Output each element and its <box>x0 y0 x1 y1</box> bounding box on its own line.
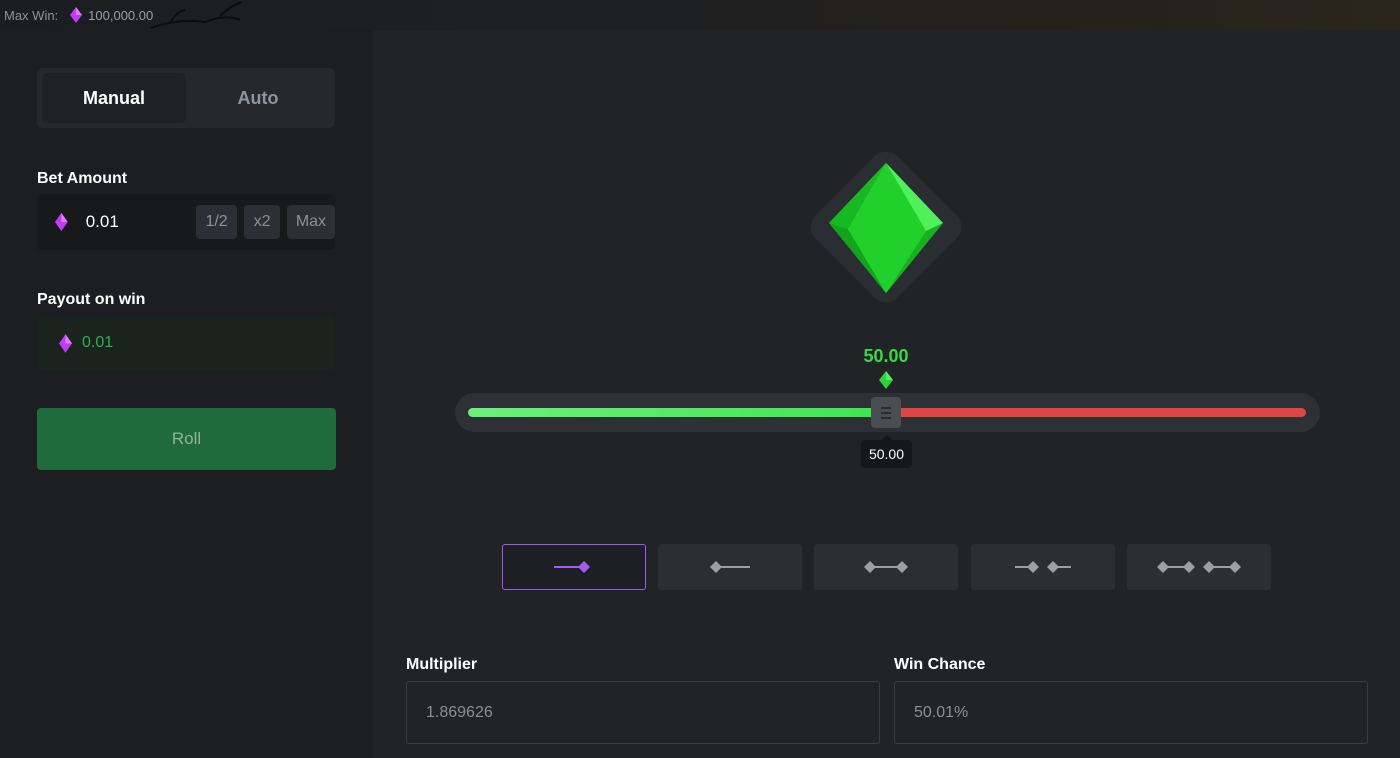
win-chance-label: Win Chance <box>894 656 986 673</box>
max-win-label: Max Win: <box>4 7 59 23</box>
target-value: 50.00 <box>863 346 909 366</box>
max-bet-button[interactable]: Max <box>286 205 335 239</box>
target-marker-icon <box>879 371 893 389</box>
payout-field: 0.01 <box>37 316 335 370</box>
multiplier-label: Multiplier <box>406 656 478 673</box>
bet-amount-field: 1/2 x2 Max <box>37 194 335 250</box>
roll-over-icon <box>554 561 590 573</box>
tab-manual[interactable]: Manual <box>42 73 186 123</box>
roll-between-icon <box>864 561 908 573</box>
slider-tooltip: 50.00 <box>861 435 912 468</box>
lose-range <box>883 408 1306 417</box>
branch-decoration <box>150 1 243 29</box>
mode-roll-between-two-button[interactable] <box>1127 544 1271 590</box>
gem-icon <box>70 7 83 23</box>
roll-mode-selector <box>502 544 1271 590</box>
multiplier-field[interactable]: 1.869626 <box>406 681 880 744</box>
half-bet-button[interactable]: 1/2 <box>195 205 238 239</box>
mode-roll-between-button[interactable] <box>814 544 958 590</box>
mode-roll-under-button[interactable] <box>658 544 802 590</box>
bet-mode-tabs: Manual Auto <box>37 68 335 128</box>
payout-value: 0.01 <box>82 334 114 351</box>
roll-slider[interactable] <box>455 393 1320 432</box>
win-range <box>468 408 883 417</box>
green-gem-icon <box>810 151 962 303</box>
max-win-value: 100,000.00 <box>88 7 154 23</box>
roll-between-two-icon <box>1157 561 1241 573</box>
slider-thumb[interactable] <box>871 397 901 428</box>
payout-label: Payout on win <box>37 291 146 308</box>
gem-icon <box>55 212 68 232</box>
bet-amount-input[interactable] <box>85 212 156 232</box>
gem-icon <box>59 333 72 353</box>
roll-button[interactable]: Roll <box>37 408 336 470</box>
game-area: 50.00 50.00 Multiplier 1.869626 Win Chan… <box>373 30 1400 758</box>
mode-roll-outside-button[interactable] <box>971 544 1115 590</box>
win-chance-field[interactable]: 50.01% <box>894 681 1368 744</box>
double-bet-button[interactable]: x2 <box>244 205 280 239</box>
bet-sidebar: Manual Auto Bet Amount 1/2 x2 Max Payout… <box>0 30 373 758</box>
bet-amount-label: Bet Amount <box>37 170 128 187</box>
roll-outside-icon <box>1015 561 1071 573</box>
mode-roll-over-button[interactable] <box>502 544 646 590</box>
top-bar: Max Win: 100,000.00 <box>0 0 1400 30</box>
tab-auto[interactable]: Auto <box>186 73 330 123</box>
roll-under-icon <box>710 561 750 573</box>
